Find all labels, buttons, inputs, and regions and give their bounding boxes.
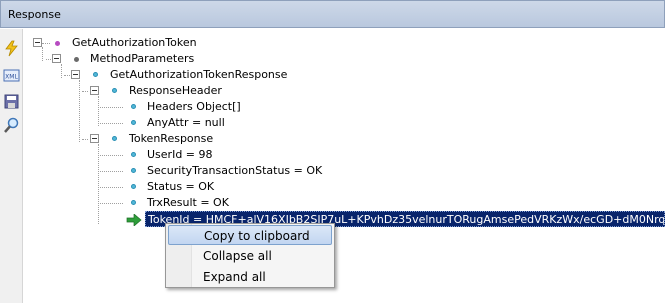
tree-node-headers[interactable]: Headers Object[] bbox=[147, 99, 241, 115]
svg-text:XML: XML bbox=[5, 74, 18, 81]
tree-node-root[interactable]: GetAuthorizationToken bbox=[72, 35, 197, 51]
response-tree: GetAuthorizationToken MethodParameters G… bbox=[24, 29, 665, 303]
node-icon bbox=[112, 136, 117, 141]
expand-toggle-response-header[interactable] bbox=[90, 86, 99, 95]
xml-icon[interactable]: XML bbox=[3, 67, 20, 84]
tree-node-trx-result[interactable]: TrxResult = OK bbox=[147, 195, 229, 211]
tree-node-response[interactable]: GetAuthorizationTokenResponse bbox=[110, 67, 287, 83]
arrow-right-icon bbox=[126, 213, 142, 229]
node-icon bbox=[112, 88, 117, 93]
tree-node-response-header[interactable]: ResponseHeader bbox=[129, 83, 222, 99]
expand-toggle-response[interactable] bbox=[71, 70, 80, 79]
expand-toggle-root[interactable] bbox=[33, 38, 42, 47]
tree-node-user-id[interactable]: UserId = 98 bbox=[147, 147, 213, 163]
menu-item-expand-all[interactable]: Expand all bbox=[168, 267, 332, 287]
node-icon bbox=[131, 184, 136, 189]
node-icon bbox=[74, 57, 79, 62]
node-icon bbox=[55, 41, 60, 46]
side-toolbar: XML bbox=[0, 29, 23, 303]
tree-node-status[interactable]: Status = OK bbox=[147, 179, 214, 195]
zoom-icon[interactable] bbox=[3, 117, 20, 134]
expand-toggle-method-parameters[interactable] bbox=[52, 54, 61, 63]
node-icon bbox=[131, 120, 136, 125]
save-icon[interactable] bbox=[3, 93, 20, 110]
tree-node-token-response[interactable]: TokenResponse bbox=[129, 131, 213, 147]
tree-node-any-attr[interactable]: AnyAttr = null bbox=[147, 115, 225, 131]
tree-node-security-status[interactable]: SecurityTransactionStatus = OK bbox=[147, 163, 322, 179]
node-icon bbox=[131, 152, 136, 157]
expand-toggle-token-response[interactable] bbox=[90, 134, 99, 143]
panel-title: Response bbox=[8, 8, 61, 21]
node-icon bbox=[93, 72, 98, 77]
menu-item-copy-to-clipboard[interactable]: Copy to clipboard bbox=[168, 225, 332, 245]
node-icon bbox=[131, 104, 136, 109]
tree-node-method-parameters[interactable]: MethodParameters bbox=[90, 51, 194, 67]
lightning-icon[interactable] bbox=[3, 40, 20, 57]
node-icon bbox=[131, 168, 136, 173]
context-menu: Copy to clipboard Collapse all Expand al… bbox=[165, 223, 335, 288]
node-icon bbox=[131, 200, 136, 205]
response-panel-header: Response bbox=[0, 0, 665, 28]
menu-item-collapse-all[interactable]: Collapse all bbox=[168, 246, 332, 266]
